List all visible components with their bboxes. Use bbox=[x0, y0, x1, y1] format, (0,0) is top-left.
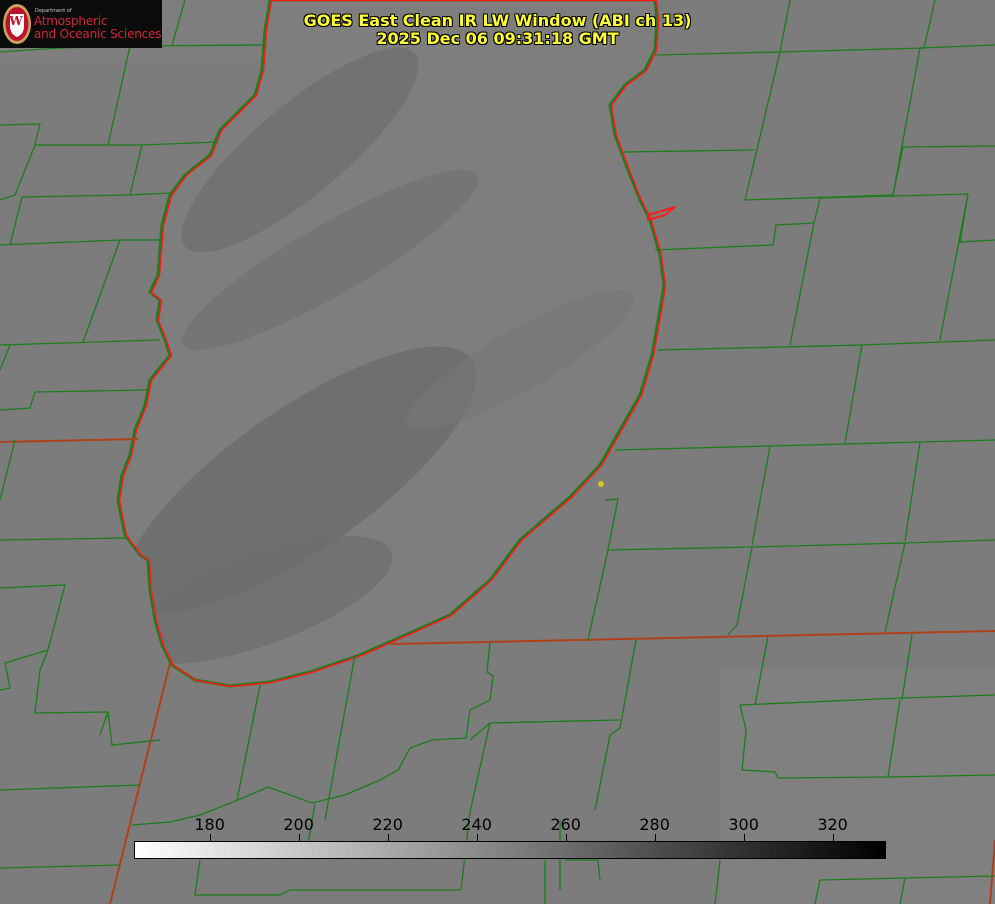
colorbar-tick-mark bbox=[387, 834, 389, 841]
colorbar-tick-mark bbox=[298, 834, 300, 841]
colorbar-tick-label: 240 bbox=[461, 815, 492, 834]
colorbar-tick-label: 320 bbox=[817, 815, 848, 834]
colorbar bbox=[134, 841, 886, 859]
colorbar-tick-label: 280 bbox=[639, 815, 670, 834]
logo-line-1: Atmospheric bbox=[34, 14, 108, 28]
colorbar-tick-label: 220 bbox=[372, 815, 403, 834]
logo-line-2: and Oceanic Sciences bbox=[34, 27, 162, 41]
colorbar-tick-label: 200 bbox=[283, 815, 314, 834]
map-layer bbox=[0, 0, 995, 904]
station-marker bbox=[598, 481, 604, 487]
department-logo: W Department of Atmospheric and Oceanic … bbox=[0, 0, 162, 48]
seal-letter: W bbox=[9, 14, 23, 28]
colorbar-tick-label: 260 bbox=[550, 815, 581, 834]
colorbar-tick-label: 180 bbox=[194, 815, 225, 834]
colorbar-tick-mark bbox=[209, 834, 211, 841]
satellite-image: W Department of Atmospheric and Oceanic … bbox=[0, 0, 995, 904]
colorbar-tick-label: 300 bbox=[728, 815, 759, 834]
colorbar-tick-mark bbox=[565, 834, 567, 841]
colorbar-tick-mark bbox=[743, 834, 745, 841]
warm-land-patch bbox=[720, 670, 995, 904]
colorbar-tick-mark bbox=[832, 834, 834, 841]
colorbar-tick-mark bbox=[654, 834, 656, 841]
colorbar-tick-mark bbox=[476, 834, 478, 841]
